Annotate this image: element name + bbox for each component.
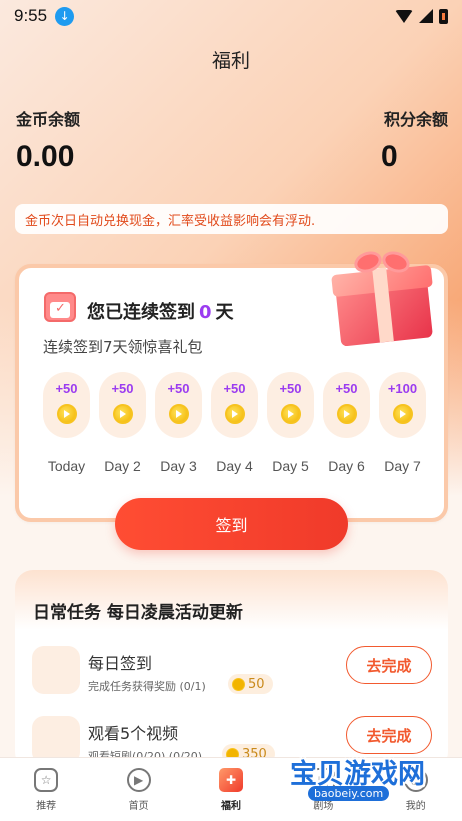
streak-suffix: 天 bbox=[215, 302, 234, 323]
task-row: 每日签到 完成任务获得奖励 (0/1) 50 去完成 bbox=[32, 646, 432, 702]
coin-balance-label: 金币余额 bbox=[16, 110, 81, 129]
exchange-notice: 金币次日自动兑换现金，汇率受收益影响会有浮动. bbox=[15, 204, 448, 234]
task-thumbnail bbox=[32, 646, 80, 694]
nav-label: 推荐 bbox=[36, 801, 57, 812]
day-reward: +100 bbox=[387, 381, 418, 396]
status-time: 9:55 bbox=[14, 6, 48, 25]
day-reward: +50 bbox=[167, 381, 190, 396]
streak-prefix: 您已连续签到 bbox=[87, 302, 195, 323]
calendar-check-icon bbox=[44, 292, 76, 322]
day-pill-4[interactable]: +50 bbox=[211, 372, 258, 438]
day-label: Day 5 bbox=[272, 458, 309, 474]
streak-count: 0 bbox=[199, 302, 212, 323]
day-pill-6[interactable]: +50 bbox=[323, 372, 370, 438]
day-reward: +50 bbox=[111, 381, 134, 396]
day-label: Day 7 bbox=[384, 458, 421, 474]
day-pill-3[interactable]: +50 bbox=[155, 372, 202, 438]
nav-item-welfare[interactable]: ✚ 福利 bbox=[191, 768, 271, 821]
day-label: Today bbox=[47, 458, 86, 474]
task-name: 每日签到 bbox=[88, 654, 153, 673]
nav-item-profile[interactable]: ● 我的 bbox=[376, 768, 456, 821]
wifi-icon bbox=[395, 9, 413, 23]
checkin-days: +50 +50 +50 +50 +50 +50 +100 bbox=[43, 372, 426, 438]
coin-balance-value: 0.00 bbox=[16, 140, 75, 173]
point-balance-label: 积分余额 bbox=[383, 110, 448, 129]
nav-item-theater[interactable]: ▣ 剧场 bbox=[283, 768, 363, 821]
task-reward-badge: 50 bbox=[228, 674, 273, 694]
day-pill-today[interactable]: +50 bbox=[43, 372, 90, 438]
point-balance-value: 0 bbox=[381, 140, 398, 173]
day-reward: +50 bbox=[55, 381, 78, 396]
nav-item-home[interactable]: ▶ 首页 bbox=[99, 768, 179, 821]
day-pill-5[interactable]: +50 bbox=[267, 372, 314, 438]
signal-icon bbox=[419, 9, 433, 23]
task-description: 完成任务获得奖励 (0/1) bbox=[88, 680, 206, 693]
coin-icon bbox=[56, 404, 77, 424]
coin-icon bbox=[232, 677, 245, 691]
coin-icon bbox=[112, 404, 133, 424]
gift-icon: ✚ bbox=[218, 768, 243, 792]
battery-icon bbox=[439, 8, 448, 24]
day-label: Day 2 bbox=[104, 458, 141, 474]
day-pill-2[interactable]: +50 bbox=[99, 372, 146, 438]
daily-tasks-card: 日常任务 每日凌晨活动更新 每日签到 完成任务获得奖励 (0/1) 50 去完成… bbox=[15, 570, 448, 770]
checkin-day-labels: Today Day 2 Day 3 Day 4 Day 5 Day 6 Day … bbox=[43, 458, 426, 474]
day-label: Day 4 bbox=[216, 458, 253, 474]
task-complete-button[interactable]: 去完成 bbox=[346, 716, 432, 754]
nav-label: 剧场 bbox=[313, 801, 334, 812]
task-complete-button[interactable]: 去完成 bbox=[346, 646, 432, 684]
download-icon: ↓ bbox=[55, 6, 75, 26]
star-icon: ☆ bbox=[34, 768, 59, 792]
checkin-subtitle: 连续签到7天领惊喜礼包 bbox=[43, 338, 203, 356]
status-indicators bbox=[395, 8, 448, 24]
theater-icon: ▣ bbox=[311, 768, 336, 792]
gift-box-icon bbox=[331, 247, 436, 347]
play-icon: ▶ bbox=[126, 768, 151, 792]
day-reward: +50 bbox=[335, 381, 358, 396]
task-reward-value: 50 bbox=[248, 676, 265, 692]
day-reward: +50 bbox=[279, 381, 302, 396]
task-name: 观看5个视频 bbox=[88, 724, 179, 743]
coin-icon bbox=[168, 404, 189, 424]
day-pill-7[interactable]: +100 bbox=[379, 372, 426, 438]
nav-label: 福利 bbox=[220, 801, 241, 812]
coin-icon bbox=[280, 404, 301, 424]
day-reward: +50 bbox=[223, 381, 246, 396]
day-label: Day 6 bbox=[328, 458, 365, 474]
coin-icon bbox=[336, 404, 357, 424]
bottom-nav: ☆ 推荐 ▶ 首页 ✚ 福利 ▣ 剧场 ● 我的 bbox=[0, 757, 462, 821]
coin-icon bbox=[392, 404, 413, 424]
streak-text: 您已连续签到 0 天 bbox=[87, 298, 234, 324]
profile-icon: ● bbox=[403, 768, 428, 792]
checkin-button[interactable]: 签到 bbox=[115, 498, 348, 550]
coin-icon bbox=[224, 404, 245, 424]
nav-label: 我的 bbox=[405, 801, 426, 812]
day-label: Day 3 bbox=[160, 458, 197, 474]
nav-label: 首页 bbox=[128, 801, 149, 812]
daily-tasks-title: 日常任务 每日凌晨活动更新 bbox=[33, 603, 243, 623]
status-bar: 9:55 ↓ bbox=[0, 0, 462, 32]
page-title: 福利 bbox=[211, 50, 250, 72]
nav-item-recommend[interactable]: ☆ 推荐 bbox=[6, 768, 86, 821]
